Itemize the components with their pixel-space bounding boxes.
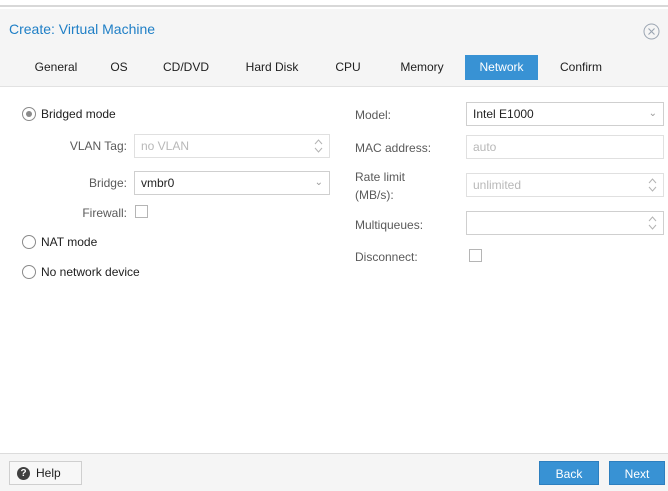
help-icon: ? [17, 466, 30, 480]
radio-unchecked-icon [22, 235, 36, 249]
vlan-tag-label: VLAN Tag: [69, 139, 127, 153]
bridge-value: vmbr0 [141, 176, 175, 190]
rate-limit-label-2: (MB/s): [355, 188, 394, 202]
window-titlebar: Create: Virtual Machine [0, 9, 668, 45]
tab-memory[interactable]: Memory [388, 55, 456, 80]
wizard-tabs: General OS CD/DVD Hard Disk CPU Memory N… [0, 45, 668, 87]
tab-confirm[interactable]: Confirm [548, 55, 614, 80]
next-button[interactable]: Next [609, 461, 665, 485]
spinner-icon[interactable] [648, 177, 657, 193]
vlan-tag-placeholder: no VLAN [141, 139, 190, 153]
chevron-down-icon[interactable]: ⌄ [649, 103, 657, 125]
nat-mode-radio[interactable]: NAT mode [22, 234, 97, 250]
help-button-label: Help [36, 466, 61, 480]
rate-limit-input[interactable]: unlimited [466, 173, 664, 197]
mac-address-input[interactable]: auto [466, 135, 664, 159]
bridged-mode-label: Bridged mode [41, 107, 116, 121]
mac-address-placeholder: auto [473, 140, 497, 154]
radio-unchecked-icon [22, 265, 36, 279]
tab-cpu[interactable]: CPU [326, 55, 370, 80]
top-strip [0, 0, 668, 7]
nat-mode-label: NAT mode [41, 235, 98, 249]
firewall-checkbox[interactable] [135, 205, 148, 218]
spinner-icon[interactable] [648, 215, 657, 231]
no-network-device-label: No network device [41, 265, 140, 279]
rate-limit-label-1: Rate limit [355, 170, 406, 184]
multiqueues-label: Multiqueues: [355, 218, 424, 232]
bridged-mode-radio[interactable]: Bridged mode [22, 106, 116, 122]
window-title: Create: Virtual Machine [9, 21, 156, 37]
spinner-icon[interactable] [314, 138, 323, 154]
mac-address-label: MAC address: [355, 141, 432, 155]
rate-limit-placeholder: unlimited [473, 178, 522, 192]
firewall-label: Firewall: [82, 206, 127, 220]
tab-general[interactable]: General [24, 55, 88, 80]
disconnect-label: Disconnect: [355, 250, 418, 264]
bridge-select[interactable]: vmbr0 ⌄ [134, 171, 330, 195]
help-button[interactable]: ? Help [9, 461, 82, 485]
tab-os[interactable]: OS [101, 55, 137, 80]
model-value: Intel E1000 [473, 107, 534, 121]
back-button[interactable]: Back [539, 461, 599, 485]
tab-network[interactable]: Network [465, 55, 538, 80]
model-label: Model: [355, 108, 392, 122]
disconnect-checkbox[interactable] [469, 249, 482, 262]
chevron-down-icon[interactable]: ⌄ [315, 172, 323, 194]
model-select[interactable]: Intel E1000 ⌄ [466, 102, 664, 126]
wizard-footer: ? Help Back Next [0, 453, 668, 491]
vlan-tag-input[interactable]: no VLAN [134, 134, 330, 158]
radio-checked-icon [22, 107, 36, 121]
close-icon[interactable] [643, 23, 660, 40]
tab-cd-dvd[interactable]: CD/DVD [155, 55, 217, 80]
multiqueues-input[interactable] [466, 211, 664, 235]
no-network-device-radio[interactable]: No network device [22, 264, 140, 280]
tab-hard-disk[interactable]: Hard Disk [236, 55, 308, 80]
bridge-label: Bridge: [88, 176, 127, 190]
